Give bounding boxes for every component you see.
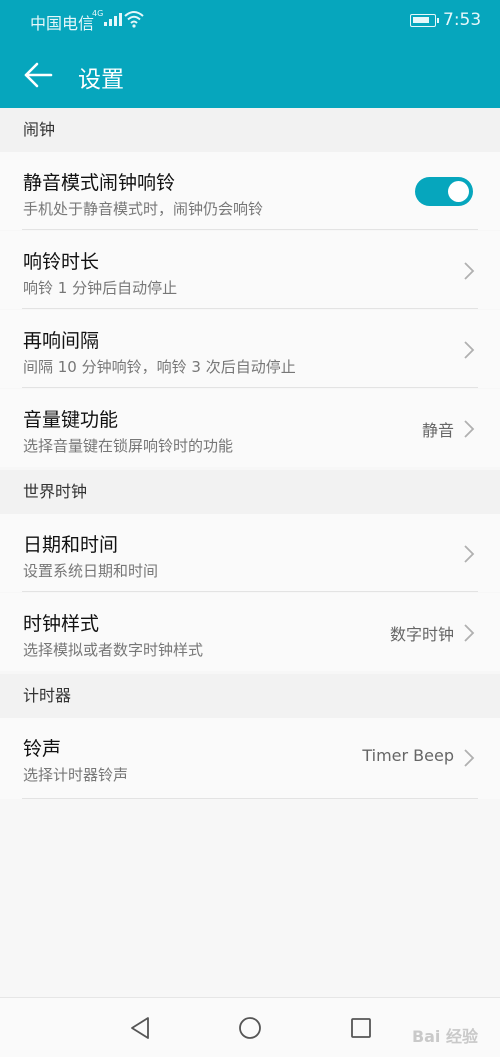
setting-title: 日期和时间	[23, 534, 119, 556]
silent-mode-alarm-setting[interactable]: 静音模式闹钟响铃 手机处于静音模式时，闹钟仍会响铃	[0, 152, 500, 230]
timer-ringtone-setting[interactable]: 铃声 选择计时器铃声 Timer Beep	[0, 718, 500, 799]
setting-subtitle: 设置系统日期和时间	[23, 562, 159, 580]
status-time: 7:53	[443, 10, 482, 30]
section-header-alarm: 闹钟	[0, 108, 500, 152]
setting-value: Timer Beep	[362, 746, 454, 765]
divider	[22, 798, 478, 799]
chevron-right-icon	[464, 545, 475, 563]
setting-title: 时钟样式	[23, 613, 100, 635]
date-time-setting[interactable]: 日期和时间 设置系统日期和时间	[0, 514, 500, 592]
system-navigation-bar: Bai 经验	[0, 997, 500, 1057]
carrier-label: 中国电信	[30, 14, 95, 33]
nav-recents-icon[interactable]	[346, 1014, 376, 1042]
app-header: 中国电信 4G 7:53 设置	[0, 0, 500, 108]
snooze-interval-setting[interactable]: 再响间隔 间隔 10 分钟响铃，响铃 3 次后自动停止	[0, 310, 500, 388]
setting-subtitle: 手机处于静音模式时，闹钟仍会响铃	[23, 200, 264, 218]
divider	[22, 591, 478, 592]
divider	[22, 308, 478, 309]
battery-icon	[410, 14, 439, 27]
volume-key-function-setting[interactable]: 音量键功能 选择音量键在锁屏响铃时的功能 静音	[0, 389, 500, 467]
section-header-timer: 计时器	[0, 674, 500, 718]
setting-subtitle: 选择模拟或者数字时钟样式	[23, 641, 204, 659]
setting-subtitle: 间隔 10 分钟响铃，响铃 3 次后自动停止	[23, 358, 296, 376]
setting-subtitle: 选择音量键在锁屏响铃时的功能	[23, 437, 234, 455]
page-title: 设置	[78, 67, 124, 93]
setting-value: 数字时钟	[389, 625, 454, 644]
divider	[22, 229, 478, 230]
setting-value: 静音	[421, 421, 454, 440]
signal-icon: 4G	[92, 9, 122, 26]
toggle-knob	[448, 181, 469, 202]
nav-home-icon[interactable]	[235, 1014, 265, 1042]
setting-title: 音量键功能	[23, 409, 119, 431]
chevron-right-icon	[464, 341, 475, 359]
back-arrow-icon[interactable]	[24, 58, 54, 92]
chevron-right-icon	[464, 749, 475, 767]
chevron-right-icon	[464, 624, 475, 642]
setting-subtitle: 响铃 1 分钟后自动停止	[23, 279, 178, 297]
chevron-right-icon	[464, 420, 475, 438]
setting-title: 铃声	[23, 738, 62, 760]
silent-mode-toggle[interactable]	[415, 177, 473, 206]
section-header-world-clock: 世界时钟	[0, 470, 500, 514]
clock-style-setting[interactable]: 时钟样式 选择模拟或者数字时钟样式 数字时钟	[0, 593, 500, 671]
watermark: Bai 经验	[411, 1027, 478, 1046]
network-type-label: 4G	[92, 9, 104, 18]
setting-subtitle: 选择计时器铃声	[23, 766, 129, 784]
setting-title: 再响间隔	[23, 330, 100, 352]
chevron-right-icon	[464, 262, 475, 280]
nav-back-icon[interactable]	[125, 1014, 155, 1042]
wifi-icon	[124, 11, 144, 28]
divider	[22, 387, 478, 388]
status-bar: 中国电信 4G 7:53	[0, 0, 500, 40]
setting-title: 响铃时长	[23, 251, 100, 273]
setting-title: 静音模式闹钟响铃	[23, 172, 176, 194]
ring-duration-setting[interactable]: 响铃时长 响铃 1 分钟后自动停止	[0, 231, 500, 309]
